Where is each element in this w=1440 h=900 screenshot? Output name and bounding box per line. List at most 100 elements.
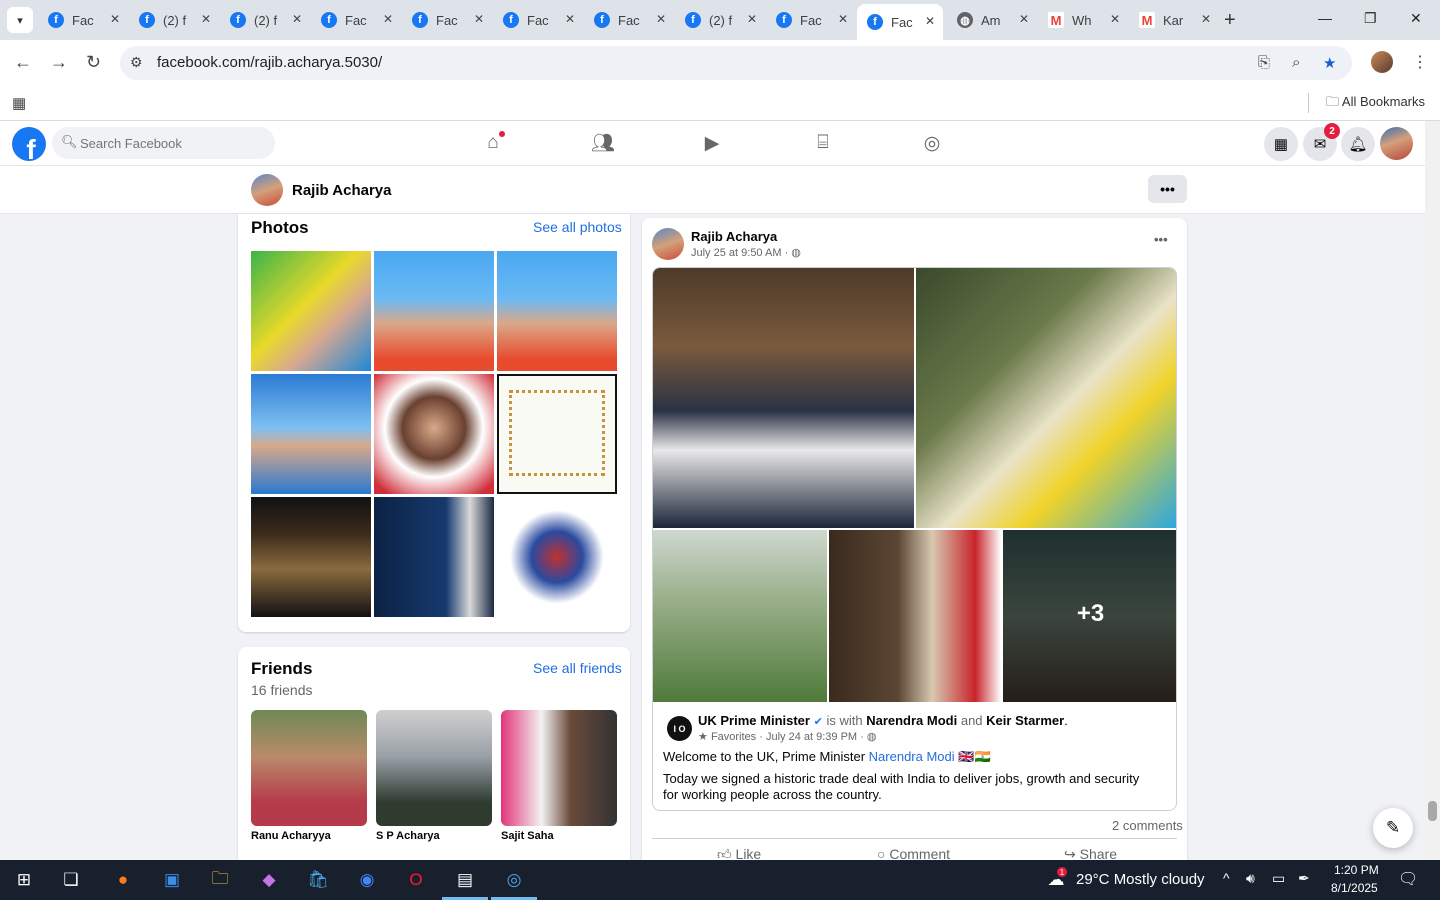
chrome-profile-app-icon[interactable]: ◎ xyxy=(500,866,528,894)
photo-thumbnail[interactable] xyxy=(251,497,371,617)
close-icon[interactable]: ✕ xyxy=(383,12,393,26)
close-icon[interactable]: ✕ xyxy=(110,12,120,26)
groups-icon[interactable]: ◎ xyxy=(920,131,944,155)
windows-start-icon[interactable]: ⊞ xyxy=(10,866,38,894)
photo-thumbnail[interactable] xyxy=(374,497,494,617)
post-author[interactable]: Rajib Acharya xyxy=(691,229,777,244)
volume-icon[interactable]: 🔊︎ xyxy=(1246,870,1255,887)
maximize-icon[interactable]: ❐ xyxy=(1364,10,1377,27)
snipping-tool-icon[interactable]: ▣ xyxy=(158,866,186,894)
menu-grid-icon[interactable]: ▦ xyxy=(1264,127,1298,161)
comments-count[interactable]: 2 comments xyxy=(1112,818,1183,833)
clock-time[interactable]: 1:20 PM xyxy=(1334,863,1379,877)
search-input[interactable] xyxy=(80,127,270,159)
install-app-icon[interactable]: ⎘ xyxy=(1258,54,1270,71)
friend-photo[interactable] xyxy=(501,710,617,826)
file-explorer-icon[interactable]: 🗀 xyxy=(206,866,234,894)
site-settings-icon[interactable]: ⚙ xyxy=(130,54,143,71)
browser-tab[interactable]: f Fac ✕ xyxy=(493,5,583,35)
tab-search-chevron-icon[interactable]: ▾ xyxy=(7,7,33,33)
friend-name[interactable]: S P Acharya xyxy=(376,830,440,842)
friends-icon[interactable]: 👥︎ xyxy=(591,131,615,155)
friend-photo[interactable] xyxy=(376,710,492,826)
shared-page-name[interactable]: UK Prime Minister xyxy=(698,713,810,728)
tagged-person[interactable]: Narendra Modi xyxy=(866,713,957,728)
back-arrow-icon[interactable]: ← xyxy=(14,52,32,73)
video-icon[interactable]: ▶ xyxy=(700,131,724,155)
browser-tab[interactable]: f Fac ✕ xyxy=(584,5,674,35)
zoom-icon[interactable]: ⌕ xyxy=(1292,54,1300,71)
browser-tab-active[interactable]: f Fac ✕ xyxy=(857,4,943,40)
browser-tab[interactable]: f (2) f ✕ xyxy=(220,5,310,35)
browser-tab[interactable]: M Wh ✕ xyxy=(1038,5,1128,35)
browser-tab[interactable]: f Fac ✕ xyxy=(766,5,856,35)
post-photo[interactable] xyxy=(829,530,1001,702)
browser-tab[interactable]: f (2) f ✕ xyxy=(129,5,219,35)
pen-icon[interactable]: ✒ xyxy=(1298,870,1310,887)
post-photo[interactable] xyxy=(653,268,914,528)
photo-thumbnail[interactable] xyxy=(497,251,617,371)
window-close-icon[interactable]: ✕ xyxy=(1410,10,1422,27)
browser-tab[interactable]: f Fac ✕ xyxy=(38,5,128,35)
close-icon[interactable]: ✕ xyxy=(925,14,935,28)
post-date[interactable]: July 25 at 9:50 AM xyxy=(691,247,782,259)
browser-tab[interactable]: f (2) f ✕ xyxy=(675,5,765,35)
profile-name[interactable]: Rajib Acharya xyxy=(292,182,392,199)
google-chrome-icon[interactable]: ◉ xyxy=(353,866,381,894)
bookmark-star-icon[interactable]: ★ xyxy=(1323,54,1336,72)
close-icon[interactable]: ✕ xyxy=(838,12,848,26)
reload-icon[interactable]: ↻ xyxy=(86,52,101,73)
close-icon[interactable]: ✕ xyxy=(1019,12,1029,26)
profile-avatar[interactable] xyxy=(251,174,283,206)
photo-thumbnail[interactable] xyxy=(374,251,494,371)
opera-icon[interactable]: O xyxy=(402,866,430,894)
post-options-icon[interactable]: ••• xyxy=(1154,232,1168,247)
browser-tab[interactable]: f Fac ✕ xyxy=(311,5,401,35)
post-photo[interactable]: +3 xyxy=(1003,530,1176,702)
browser-tab[interactable]: ◍ Am ✕ xyxy=(947,5,1037,35)
browser-profile-avatar[interactable] xyxy=(1371,51,1393,73)
clock-date[interactable]: 8/1/2025 xyxy=(1331,881,1378,895)
new-tab-plus-icon[interactable]: + xyxy=(1224,9,1236,32)
forward-arrow-icon[interactable]: → xyxy=(50,52,68,73)
photo-thumbnail[interactable] xyxy=(497,497,617,617)
facebook-logo[interactable]: f xyxy=(12,127,46,161)
friend-name[interactable]: Sajit Saha xyxy=(501,830,554,842)
url-text[interactable]: facebook.com/rajib.acharya.5030/ xyxy=(157,54,382,71)
friend-photo[interactable] xyxy=(251,710,367,826)
see-all-photos-link[interactable]: See all photos xyxy=(533,219,622,235)
photo-thumbnail[interactable] xyxy=(251,251,371,371)
post-photo[interactable] xyxy=(916,268,1176,528)
tagged-person[interactable]: Keir Starmer xyxy=(986,713,1064,728)
close-icon[interactable]: ✕ xyxy=(1110,12,1120,26)
post-photo[interactable] xyxy=(653,530,827,702)
post-author-avatar[interactable] xyxy=(652,228,684,260)
browser-tab[interactable]: f Fac ✕ xyxy=(402,5,492,35)
close-icon[interactable]: ✕ xyxy=(565,12,575,26)
firefox-icon[interactable]: ● xyxy=(109,866,137,894)
microsoft-store-icon[interactable]: 🛍︎ xyxy=(304,866,332,894)
task-view-icon[interactable]: ❏ xyxy=(57,866,85,894)
minimize-icon[interactable]: — xyxy=(1318,10,1332,26)
close-icon[interactable]: ✕ xyxy=(1201,12,1211,26)
notification-center-icon[interactable]: 🗨︎ xyxy=(1398,869,1418,889)
more-photos-count[interactable]: +3 xyxy=(1003,600,1176,628)
shared-date[interactable]: July 24 at 9:39 PM xyxy=(766,731,857,743)
close-icon[interactable]: ✕ xyxy=(747,12,757,26)
all-bookmarks-button[interactable]: 🗀 All Bookmarks xyxy=(1326,93,1425,115)
photo-thumbnail[interactable] xyxy=(497,374,617,494)
scrollbar-thumb[interactable] xyxy=(1428,801,1437,821)
notepad-icon[interactable]: ▤ xyxy=(451,866,479,894)
browser-tab[interactable]: M Kar ✕ xyxy=(1129,5,1219,35)
photo-thumbnail[interactable] xyxy=(374,374,494,494)
see-all-friends-link[interactable]: See all friends xyxy=(533,660,622,676)
page-scrollbar[interactable] xyxy=(1425,121,1440,860)
close-icon[interactable]: ✕ xyxy=(656,12,666,26)
more-options-button[interactable]: ••• xyxy=(1148,175,1187,203)
facebook-search[interactable]: 🔍︎ xyxy=(52,127,275,159)
page-logo[interactable]: I O xyxy=(667,716,692,741)
friend-name[interactable]: Ranu Acharyya xyxy=(251,830,331,842)
show-hidden-icons-chevron-icon[interactable]: ^ xyxy=(1223,870,1230,886)
close-icon[interactable]: ✕ xyxy=(201,12,211,26)
apps-grid-icon[interactable]: ▦ xyxy=(12,94,26,112)
